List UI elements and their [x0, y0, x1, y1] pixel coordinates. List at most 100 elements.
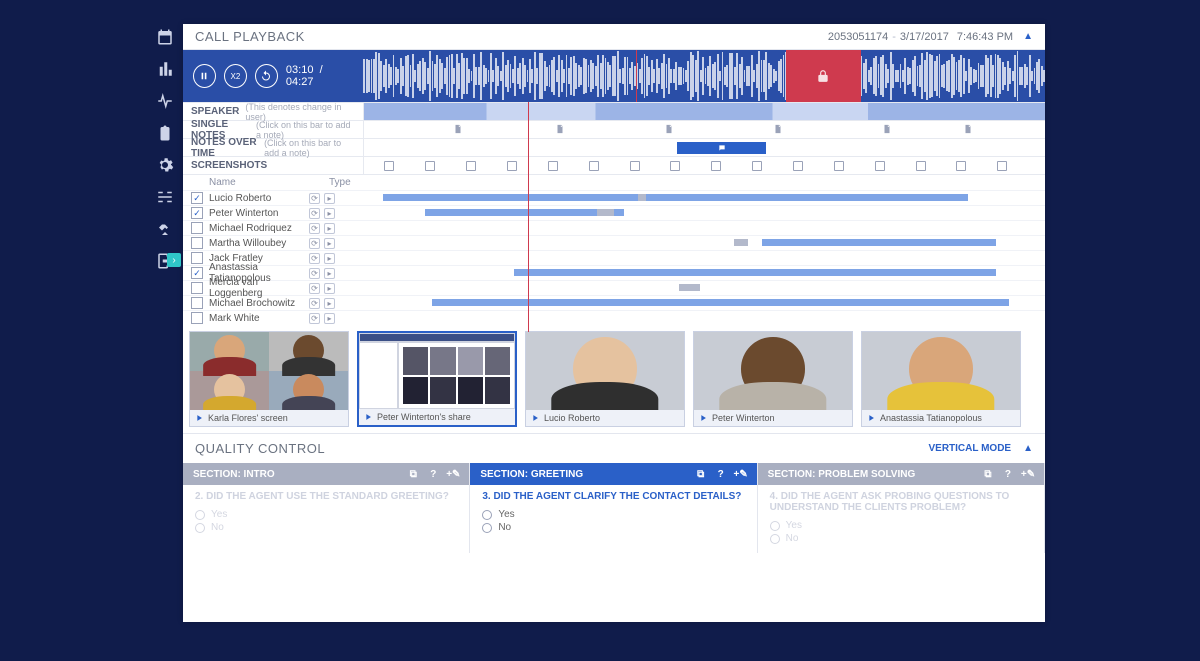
participant-lane[interactable] — [349, 281, 1037, 295]
radio-icon[interactable] — [770, 534, 780, 544]
video-thumbnail[interactable]: Lucio Roberto — [525, 331, 685, 427]
speed-button[interactable]: X2 — [224, 64, 247, 88]
video-thumbnail[interactable]: Peter Winterton's share — [357, 331, 517, 427]
edit-icon[interactable]: +✎ — [735, 468, 747, 480]
copy-icon[interactable]: ⧉ — [982, 468, 994, 480]
screenshot-marker[interactable] — [507, 161, 517, 171]
pause-button[interactable] — [193, 64, 216, 88]
qc-collapse-icon[interactable]: ▲ — [1023, 443, 1033, 454]
participant-lane[interactable] — [349, 221, 1037, 235]
option-row[interactable]: Yes — [758, 519, 1044, 532]
type-icon[interactable]: ⟳ — [309, 193, 320, 204]
participant-lane[interactable] — [349, 191, 1037, 205]
option-row[interactable]: No — [183, 521, 469, 534]
collapse-icon[interactable]: ▲ — [1023, 31, 1033, 42]
participant-checkbox[interactable] — [191, 297, 203, 309]
screenshot-marker[interactable] — [834, 161, 844, 171]
screenshot-marker[interactable] — [384, 161, 394, 171]
type-icon[interactable]: ⟳ — [309, 208, 320, 219]
type-icon[interactable]: ⟳ — [309, 253, 320, 264]
screenshot-marker[interactable] — [589, 161, 599, 171]
type-icon[interactable]: ▸ — [324, 193, 335, 204]
participant-lane[interactable] — [349, 266, 1037, 280]
type-icon[interactable]: ▸ — [324, 238, 335, 249]
participant-checkbox[interactable] — [191, 222, 203, 234]
screenshot-marker[interactable] — [956, 161, 966, 171]
participant-checkbox[interactable] — [191, 312, 203, 324]
screenshot-marker[interactable] — [711, 161, 721, 171]
participant-checkbox[interactable] — [191, 282, 203, 294]
note-icon[interactable] — [664, 124, 674, 134]
participant-lane[interactable] — [349, 251, 1037, 265]
screenshot-marker[interactable] — [466, 161, 476, 171]
vertical-mode-button[interactable]: VERTICAL MODE — [928, 443, 1011, 454]
note-icon[interactable] — [555, 124, 565, 134]
help-icon[interactable]: ? — [715, 468, 727, 480]
copy-icon[interactable]: ⧉ — [407, 468, 419, 480]
screenshot-marker[interactable] — [997, 161, 1007, 171]
calendar-icon[interactable] — [156, 28, 174, 46]
screenshot-marker[interactable] — [630, 161, 640, 171]
gear-icon[interactable] — [156, 156, 174, 174]
replay-button[interactable] — [255, 64, 278, 88]
note-icon[interactable] — [773, 124, 783, 134]
screenshot-marker[interactable] — [425, 161, 435, 171]
screenshots-lane[interactable] — [363, 157, 1045, 174]
option-row[interactable]: Yes — [470, 508, 756, 521]
option-row[interactable]: No — [470, 521, 756, 534]
screenshot-marker[interactable] — [875, 161, 885, 171]
type-icon[interactable]: ⟳ — [309, 238, 320, 249]
chart-icon[interactable] — [156, 60, 174, 78]
video-thumbnail[interactable]: Anastassia Tatianopolous — [861, 331, 1021, 427]
participant-checkbox[interactable]: ✓ — [191, 267, 203, 279]
help-icon[interactable]: ? — [427, 468, 439, 480]
type-icon[interactable]: ▸ — [324, 268, 335, 279]
radio-icon[interactable] — [770, 521, 780, 531]
type-icon[interactable]: ⟳ — [309, 223, 320, 234]
waveform[interactable] — [363, 50, 1045, 102]
participant-checkbox[interactable]: ✓ — [191, 192, 203, 204]
sliders-icon[interactable] — [156, 188, 174, 206]
video-thumbnail[interactable]: Peter Winterton — [693, 331, 853, 427]
radio-icon[interactable] — [482, 510, 492, 520]
copy-icon[interactable]: ⧉ — [695, 468, 707, 480]
type-icon[interactable]: ▸ — [324, 283, 335, 294]
help-icon[interactable]: ? — [1002, 468, 1014, 480]
side-tab-badge[interactable]: › — [167, 253, 181, 267]
participant-checkbox[interactable]: ✓ — [191, 207, 203, 219]
type-icon[interactable]: ⟳ — [309, 283, 320, 294]
edit-icon[interactable]: +✎ — [447, 468, 459, 480]
option-row[interactable]: Yes — [183, 508, 469, 521]
screenshot-marker[interactable] — [548, 161, 558, 171]
screenshot-marker[interactable] — [670, 161, 680, 171]
speaker-lane[interactable] — [363, 103, 1045, 120]
screenshot-marker[interactable] — [793, 161, 803, 171]
participant-checkbox[interactable] — [191, 237, 203, 249]
participant-lane[interactable] — [349, 296, 1037, 310]
note-icon[interactable] — [453, 124, 463, 134]
type-icon[interactable]: ▸ — [324, 298, 335, 309]
screenshot-marker[interactable] — [916, 161, 926, 171]
radio-icon[interactable] — [482, 523, 492, 533]
clipboard-icon[interactable] — [156, 124, 174, 142]
type-icon[interactable]: ▸ — [324, 313, 335, 324]
note-icon[interactable] — [882, 124, 892, 134]
type-icon[interactable]: ▸ — [324, 223, 335, 234]
handshake-icon[interactable] — [156, 220, 174, 238]
option-row[interactable]: No — [758, 532, 1044, 545]
participant-lane[interactable] — [349, 311, 1037, 325]
type-icon[interactable]: ⟳ — [309, 298, 320, 309]
radio-icon[interactable] — [195, 510, 205, 520]
participant-lane[interactable] — [349, 236, 1037, 250]
participant-checkbox[interactable] — [191, 252, 203, 264]
single-notes-lane[interactable] — [363, 121, 1045, 138]
type-icon[interactable]: ▸ — [324, 253, 335, 264]
radio-icon[interactable] — [195, 523, 205, 533]
notes-over-time-lane[interactable] — [363, 139, 1045, 156]
video-thumbnail[interactable]: Karla Flores' screen — [189, 331, 349, 427]
pulse-icon[interactable] — [156, 92, 174, 110]
type-icon[interactable]: ⟳ — [309, 313, 320, 324]
note-icon[interactable] — [963, 124, 973, 134]
edit-icon[interactable]: +✎ — [1022, 468, 1034, 480]
participant-lane[interactable] — [349, 206, 1037, 220]
